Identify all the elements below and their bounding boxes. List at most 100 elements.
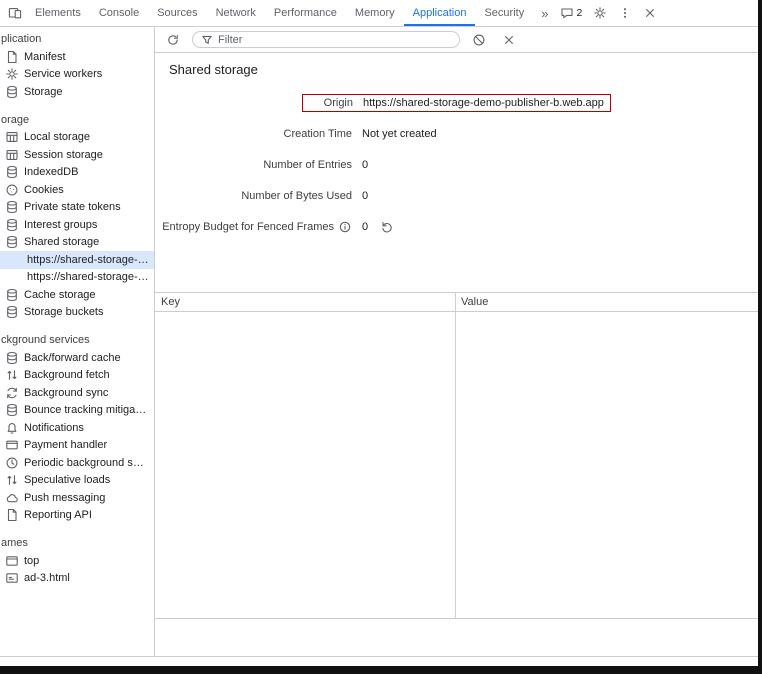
database-icon [5,218,19,232]
sidebar-item-background-fetch[interactable]: Background fetch [0,367,154,385]
sidebar-item-label: Back/forward cache [24,352,121,364]
database-icon [5,235,19,249]
sync-icon [5,386,19,400]
sidebar-item-cookies[interactable]: Cookies [0,181,154,199]
sidebar-item-ad-3-html[interactable]: ad-3.html [0,570,154,588]
sidebar-item-label: Cache storage [24,289,96,301]
sidebar-item-label: IndexedDB [24,166,78,178]
sidebar-item-reporting-api[interactable]: Reporting API [0,507,154,525]
tab-security[interactable]: Security [475,0,533,26]
sidebar-item-top[interactable]: top [0,552,154,570]
key-column-header: Key [155,296,455,308]
sidebar-item-label: ad-3.html [24,572,70,584]
column-divider [455,293,456,618]
info-icon[interactable] [338,220,352,234]
sidebar-item-storage[interactable]: Storage [0,83,154,101]
inspection-highlight-box: Originhttps://shared-storage-demo-publis… [302,94,611,112]
console-messages-button[interactable]: 2 [556,4,586,22]
sidebar-item-notifications[interactable]: Notifications [0,419,154,437]
tab-sources[interactable]: Sources [148,0,206,26]
updown-icon [5,368,19,382]
sidebar-item-service-workers[interactable]: Service workers [0,66,154,84]
database-icon [5,403,19,417]
sidebar-item-bounce-tracking-mitiga[interactable]: Bounce tracking mitiga… [0,402,154,420]
sidebar-item-payment-handler[interactable]: Payment handler [0,437,154,455]
metadata-label: Number of Bytes Used [155,190,352,202]
gear-icon [5,67,19,81]
topbar-right-controls: 2 [556,0,661,26]
sidebar-item-shared-storage[interactable]: Shared storage [0,234,154,252]
sidebar-item-label: Interest groups [24,219,97,231]
devices-icon [8,6,22,20]
clear-all-button[interactable] [468,31,490,49]
more-tabs-chevron[interactable]: » [533,0,556,26]
sidebar-item-label: Periodic background s… [24,457,144,469]
sidebar-item-back-forward-cache[interactable]: Back/forward cache [0,349,154,367]
tab-memory[interactable]: Memory [346,0,404,26]
sidebar-item-manifest[interactable]: Manifest [0,48,154,66]
messages-count: 2 [576,7,582,19]
metadata-label: Creation Time [155,128,352,140]
database-icon [5,85,19,99]
sidebar-item-push-messaging[interactable]: Push messaging [0,489,154,507]
more-options-icon[interactable] [614,4,636,22]
metadata-value: 0 [362,159,758,171]
sidebar-item-interest-groups[interactable]: Interest groups [0,216,154,234]
sidebar-item-storage-buckets[interactable]: Storage buckets [0,304,154,322]
sidebar-item-background-sync[interactable]: Background sync [0,384,154,402]
tab-application[interactable]: Application [404,0,476,26]
sidebar-section: plicationManifestService workersStorage [0,29,154,101]
database-icon [5,351,19,365]
sidebar-section: amestop ad-3.html [0,533,154,587]
document-icon [5,50,19,64]
reset-budget-button[interactable] [376,218,398,236]
sidebar-item-private-state-tokens[interactable]: Private state tokens [0,199,154,217]
metadata-row: Number of Bytes Used0 [155,187,758,205]
metadata-value: Not yet created [362,128,758,140]
close-icon [643,6,657,20]
shared-storage-table: KeyValue [155,292,758,619]
settings-gear-icon[interactable] [589,4,611,22]
message-bubble-icon [560,6,574,20]
sidebar-item-label: Local storage [24,131,90,143]
panel-tabs: ElementsConsoleSourcesNetworkPerformance… [26,0,533,26]
sidebar-item-label: Notifications [24,422,84,434]
metadata-label: Origin [309,97,353,109]
database-icon [5,288,19,302]
main-panel: Shared storage Originhttps://shared-stor… [155,27,758,656]
window-edge-bottom [0,666,762,674]
devtools-window: ElementsConsoleSourcesNetworkPerformance… [0,0,758,666]
kebab-icon [618,6,632,20]
sidebar-item-local-storage[interactable]: Local storage [0,129,154,147]
sidebar-item-label: Push messaging [24,492,105,504]
tab-network[interactable]: Network [207,0,265,26]
bell-icon [5,421,19,435]
sidebar-item-https-shared-storage-d[interactable]: https://shared-storage-d… [0,251,154,269]
delete-button[interactable] [498,31,520,49]
tab-elements[interactable]: Elements [26,0,90,26]
tab-console[interactable]: Console [90,0,148,26]
grid-icon [5,130,19,144]
toggle-device-toolbar-icon[interactable] [4,0,26,26]
filter-input[interactable] [218,34,452,46]
document-icon [5,508,19,522]
sidebar-item-https-shared-storage-d[interactable]: https://shared-storage-d… [0,269,154,287]
close-devtools-icon[interactable] [639,4,661,22]
database-icon [5,200,19,214]
refresh-button[interactable] [162,31,184,49]
sidebar-item-label: Payment handler [24,439,107,451]
sidebar-item-speculative-loads[interactable]: Speculative loads [0,472,154,490]
tab-performance[interactable]: Performance [265,0,346,26]
metadata-row: Originhttps://shared-storage-demo-publis… [155,94,758,112]
cookie-icon [5,183,19,197]
sidebar-item-label: Background fetch [24,369,110,381]
sidebar-item-session-storage[interactable]: Session storage [0,146,154,164]
section-title: ames [0,533,154,552]
sidebar-item-indexeddb[interactable]: IndexedDB [0,164,154,182]
sidebar-item-periodic-background-s[interactable]: Periodic background s… [0,454,154,472]
page-title: Shared storage [169,62,758,77]
sidebar-item-cache-storage[interactable]: Cache storage [0,286,154,304]
sidebar-item-label: Shared storage [24,236,99,248]
application-sidebar: plicationManifestService workersStorageo… [0,27,155,656]
metadata-value-group: 0 [362,218,758,236]
